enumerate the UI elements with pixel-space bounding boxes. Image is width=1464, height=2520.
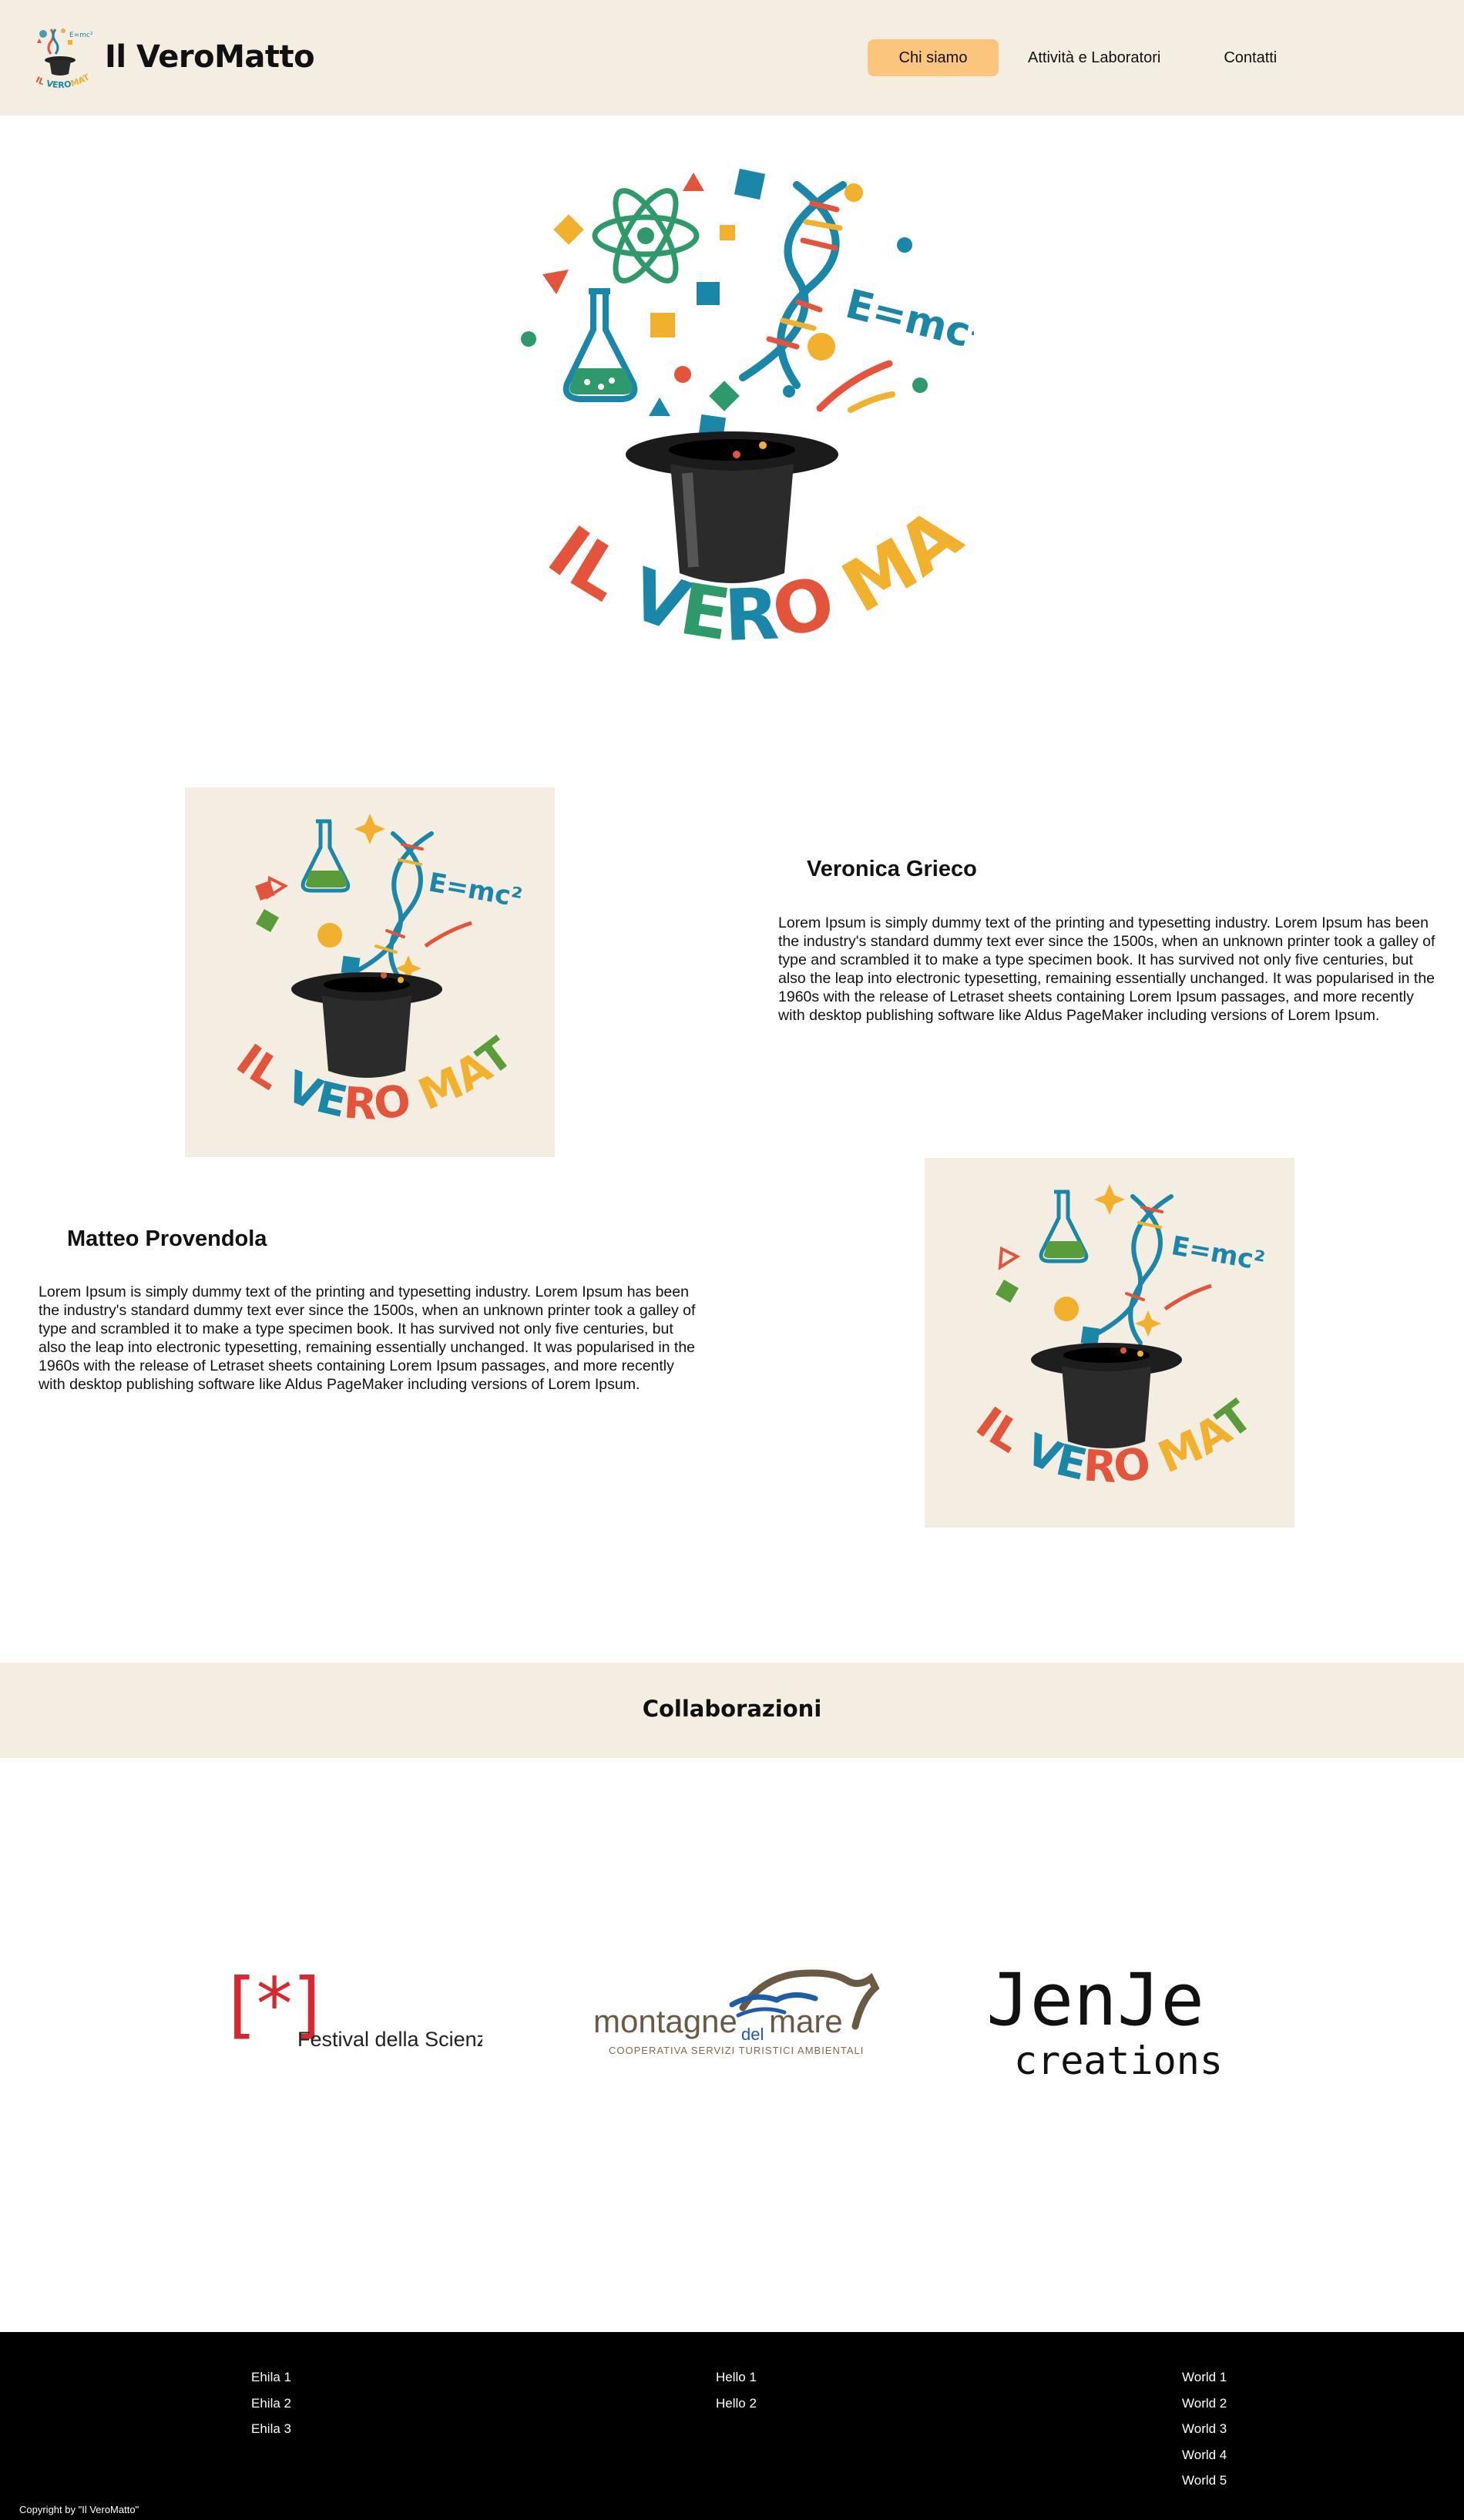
site-header: E=mc² IL VEROMATTO Il VeroMatto Chi siam… — [0, 0, 1464, 116]
svg-text:COOPERATIVA SERVIZI TURISTICI: COOPERATIVA SERVIZI TURISTICI AMBIENTALI — [609, 2045, 864, 2056]
member-photo-matteo: E=mc² IL VERO MATTO — [906, 1119, 1294, 1528]
footer-link[interactable]: Ehila 2 — [251, 2393, 291, 2419]
site-footer — [0, 2332, 1464, 2520]
svg-text:E=mc²: E=mc² — [1169, 1230, 1267, 1277]
logo-illustration-icon: E=mc² IL VERO MATTO — [906, 1119, 1267, 1493]
footer-column-2: Hello 1 Hello 2 — [716, 2367, 757, 2418]
footer-link[interactable]: World 4 — [1182, 2445, 1227, 2471]
svg-text:JenJe: JenJe — [986, 1958, 1204, 2042]
collaborations-title: Collaborazioni — [642, 1696, 822, 1722]
svg-text:E=mc²: E=mc² — [841, 281, 974, 361]
footer-link[interactable]: Hello 1 — [716, 2367, 757, 2393]
footer-link[interactable]: Ehila 3 — [251, 2418, 291, 2445]
nav-attivita-laboratori[interactable]: Attività e Laboratori — [1005, 39, 1184, 76]
svg-text:IL VERO MATTO: IL VERO MATTO — [925, 1158, 1262, 1493]
footer-link[interactable]: World 1 — [1182, 2367, 1227, 2393]
member-bio: Lorem Ipsum is simply dummy text of the … — [39, 1283, 696, 1393]
member-photo-veronica: E=mc² IL VERO MATTO — [166, 748, 555, 1157]
nav-contatti[interactable]: Contatti — [1200, 39, 1300, 76]
svg-text:mare: mare — [769, 2003, 843, 2039]
member-bio: Lorem Ipsum is simply dummy text of the … — [778, 914, 1435, 1024]
member-name: Veronica Grieco — [807, 857, 977, 881]
footer-link[interactable]: Ehila 1 — [251, 2367, 291, 2393]
brand-logo-icon: E=mc² IL VEROMATTO — [28, 23, 92, 90]
member-name: Matteo Provendola — [67, 1226, 267, 1251]
partner-logo-montagne-del-mare[interactable]: montagne del mare COOPERATIVA SERVIZI TU… — [592, 1957, 886, 2065]
footer-column-3: World 1 World 2 World 3 World 4 World 5 — [1182, 2367, 1227, 2496]
hero-logo-image: E=mc² IL VERO MATTO — [512, 162, 974, 657]
main-nav: Chi siamo Attività e Laboratori Contatti — [868, 39, 1300, 76]
footer-link[interactable]: World 5 — [1182, 2470, 1227, 2496]
svg-text:Festival della Scienza: Festival della Scienza — [297, 2028, 482, 2051]
footer-link[interactable]: World 2 — [1182, 2393, 1227, 2419]
svg-text:IL VERO MATTO: IL VERO MATTO — [512, 162, 974, 657]
footer-column-1: Ehila 1 Ehila 2 Ehila 3 — [251, 2367, 291, 2445]
brand-title: Il VeroMatto — [105, 39, 315, 75]
footer-link[interactable]: World 3 — [1182, 2418, 1227, 2445]
logo-illustration-icon: E=mc² IL VERO MATTO — [166, 748, 524, 1130]
svg-text:E=mc²: E=mc² — [69, 32, 92, 39]
partner-logo-jenje-creations[interactable]: JenJe creations — [980, 1957, 1267, 2088]
nav-chi-siamo[interactable]: Chi siamo — [868, 39, 999, 76]
svg-text:montagne: montagne — [593, 2003, 737, 2039]
brand[interactable]: E=mc² IL VEROMATTO Il VeroMatto — [28, 23, 315, 91]
footer-link[interactable]: Hello 2 — [716, 2393, 757, 2419]
copyright-text: Copyright by "Il VeroMatto" — [19, 2504, 139, 2515]
svg-text:del: del — [741, 2025, 764, 2044]
svg-text:creations: creations — [1014, 2038, 1223, 2083]
svg-text:E=mc²: E=mc² — [426, 867, 524, 914]
partner-logo-festival-della-scienza[interactable]: [*] Festival della Scienza — [228, 1955, 482, 2055]
